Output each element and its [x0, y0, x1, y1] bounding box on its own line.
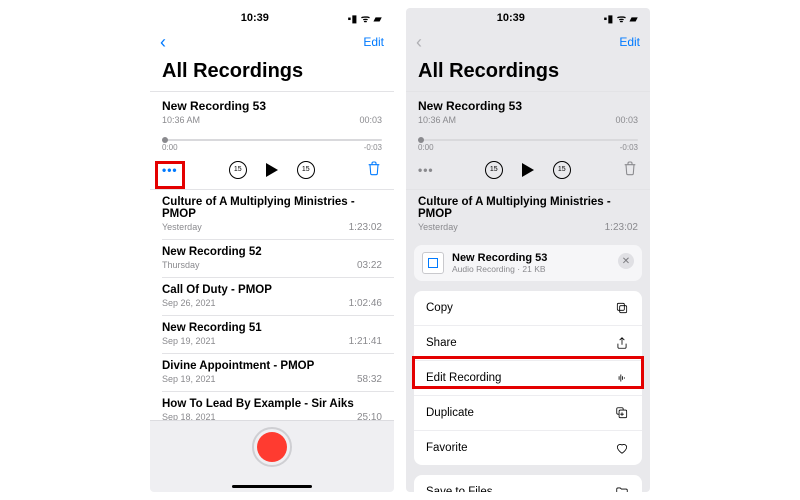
scrub-end: -0:03	[364, 143, 382, 152]
scrubber	[418, 139, 638, 141]
action-save-to-files[interactable]: Save to Files	[414, 475, 642, 492]
status-bar: 10:39 ▪▮ ᯤ ▰	[150, 8, 394, 28]
action-duplicate[interactable]: Duplicate	[414, 396, 642, 431]
edit-button[interactable]: Edit	[363, 35, 384, 49]
page-title: All Recordings	[406, 56, 650, 91]
record-button[interactable]	[252, 427, 292, 467]
recording-name: New Recording 53	[418, 99, 638, 113]
list-item[interactable]: Culture of A Multiplying Ministries - PM…	[150, 190, 394, 239]
share-sheet-header: New Recording 53 Audio Recording · 21 KB…	[414, 245, 642, 281]
share-file-name: New Recording 53	[452, 252, 547, 264]
scrubber[interactable]	[162, 139, 382, 141]
play-icon	[519, 161, 537, 179]
heart-icon	[614, 440, 630, 456]
player-controls: ••• 15 15	[406, 152, 650, 189]
action-copy[interactable]: Copy	[414, 291, 642, 326]
nav-bar: ‹ Edit	[406, 28, 650, 56]
edit-button: Edit	[619, 35, 640, 49]
share-file-meta: Audio Recording · 21 KB	[452, 264, 547, 274]
recording-duration: 00:03	[615, 115, 638, 125]
back-chevron-icon[interactable]: ‹	[160, 33, 166, 51]
record-bar	[150, 420, 394, 492]
duplicate-icon	[614, 405, 630, 421]
status-indicators: ▪▮ ᯤ ▰	[348, 11, 382, 25]
recording-time: 10:36 AM	[162, 115, 200, 125]
status-bar: 10:39 ▪▮ ᯤ ▰	[406, 8, 650, 28]
more-options-icon: •••	[418, 163, 434, 177]
more-options-icon[interactable]: •••	[162, 163, 178, 177]
recording-time: 10:36 AM	[418, 115, 456, 125]
scrub-start: 0:00	[162, 143, 178, 152]
list-item: Culture of A Multiplying Ministries - PM…	[406, 190, 650, 239]
action-favorite[interactable]: Favorite	[414, 431, 642, 465]
home-indicator[interactable]	[232, 485, 312, 488]
list-item[interactable]: Call Of Duty - PMOP Sep 26, 20211:02:46	[150, 278, 394, 315]
action-group: Copy Share Edit Recording Duplicate Favo…	[414, 291, 642, 465]
list-item[interactable]: New Recording 52 Thursday03:22	[150, 240, 394, 277]
phone-right: 10:39 ▪▮ ᯤ ▰ ‹ Edit All Recordings New R…	[406, 8, 650, 492]
recording-duration: 00:03	[359, 115, 382, 125]
trash-icon[interactable]	[366, 160, 382, 179]
play-icon[interactable]	[263, 161, 281, 179]
trash-icon	[622, 160, 638, 179]
list-item[interactable]: New Recording 51 Sep 19, 20211:21:41	[150, 316, 394, 353]
waveform-icon	[614, 370, 630, 386]
status-indicators: ▪▮ ᯤ ▰	[604, 11, 638, 25]
copy-icon	[614, 300, 630, 316]
nav-bar: ‹ Edit	[150, 28, 394, 56]
back-chevron-icon: ‹	[416, 33, 422, 51]
expanded-recording[interactable]: New Recording 53 10:36 AM 00:03	[150, 92, 394, 127]
page-title: All Recordings	[150, 56, 394, 91]
share-icon	[614, 335, 630, 351]
expanded-recording: New Recording 53 10:36 AM 00:03	[406, 92, 650, 127]
folder-icon	[614, 484, 630, 492]
recording-name: New Recording 53	[162, 99, 382, 113]
action-group-2: Save to Files	[414, 475, 642, 492]
skip-back-icon: 15	[485, 161, 503, 179]
skip-forward-icon: 15	[553, 161, 571, 179]
action-share[interactable]: Share	[414, 326, 642, 361]
file-icon	[422, 252, 444, 274]
skip-back-icon[interactable]: 15	[229, 161, 247, 179]
status-time: 10:39	[162, 12, 348, 24]
phone-left: 10:39 ▪▮ ᯤ ▰ ‹ Edit All Recordings New R…	[150, 8, 394, 492]
scrub-end: -0:03	[620, 143, 638, 152]
action-edit-recording[interactable]: Edit Recording	[414, 361, 642, 396]
scrub-start: 0:00	[418, 143, 434, 152]
close-icon[interactable]: ✕	[618, 253, 634, 269]
status-time: 10:39	[418, 12, 604, 24]
skip-forward-icon[interactable]: 15	[297, 161, 315, 179]
player-controls: ••• 15 15	[150, 152, 394, 189]
list-item[interactable]: Divine Appointment - PMOP Sep 19, 202158…	[150, 354, 394, 391]
